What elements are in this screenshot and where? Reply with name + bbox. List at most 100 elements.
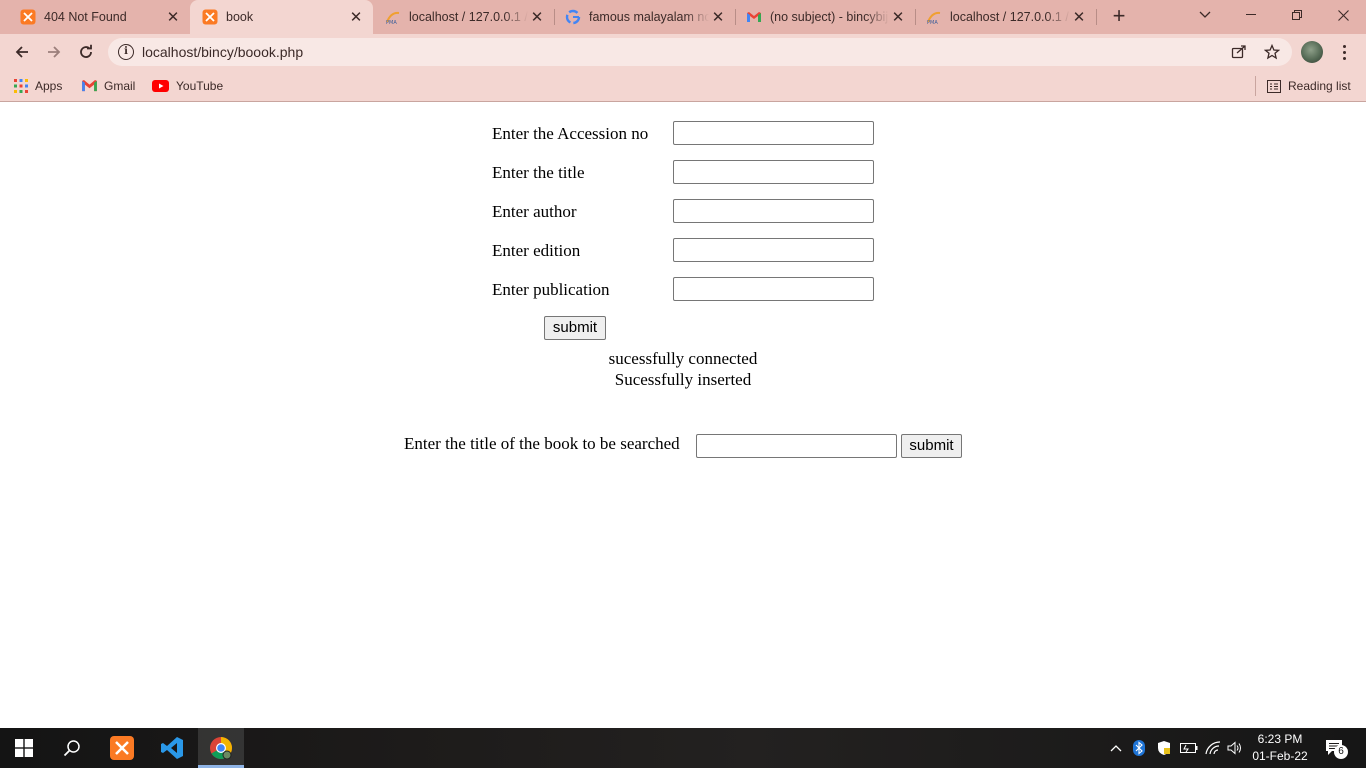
browser-menu-icon[interactable] xyxy=(1334,41,1354,63)
reading-list-button[interactable]: Reading list xyxy=(1267,76,1351,96)
google-icon xyxy=(565,9,581,25)
close-icon[interactable]: ✕ xyxy=(528,8,546,26)
svg-text:PMA: PMA xyxy=(927,20,938,25)
close-icon[interactable]: ✕ xyxy=(164,8,182,26)
bookmark-label: Reading list xyxy=(1288,79,1351,93)
tab-phpmyadmin-2[interactable]: PMA localhost / 127.0.0.1 / ✕ xyxy=(916,0,1096,34)
search-icon xyxy=(63,740,80,757)
close-window-button[interactable] xyxy=(1320,0,1366,30)
restore-button[interactable] xyxy=(1274,0,1320,30)
author-label: Enter author xyxy=(492,202,577,221)
tab-search-button[interactable] xyxy=(1182,0,1228,30)
close-icon[interactable]: ✕ xyxy=(1070,8,1088,26)
back-arrow-icon xyxy=(15,46,28,58)
title-row: Enter the title xyxy=(492,160,882,184)
tab-gmail[interactable]: (no subject) - bincybij ✕ xyxy=(736,0,915,34)
svg-text:PMA: PMA xyxy=(386,20,397,25)
close-icon[interactable]: ✕ xyxy=(889,8,907,26)
title-input[interactable] xyxy=(673,160,874,184)
search-title-input[interactable] xyxy=(696,434,897,458)
tab-phpmyadmin-1[interactable]: PMA localhost / 127.0.0.1 / ✕ xyxy=(373,0,554,34)
close-icon[interactable]: ✕ xyxy=(347,8,365,26)
reading-list-icon xyxy=(1267,79,1281,93)
xampp-icon xyxy=(20,9,36,25)
search-submit-button[interactable]: submit xyxy=(901,434,962,458)
tab-title: (no subject) - bincybij xyxy=(770,10,889,24)
minimize-button[interactable] xyxy=(1228,0,1274,30)
show-hidden-icons-button[interactable] xyxy=(1106,728,1126,768)
title-label: Enter the title xyxy=(492,163,585,182)
search-taskbar-button[interactable] xyxy=(48,728,96,768)
page-content: Enter the Accession no Enter the title E… xyxy=(0,103,1366,728)
edition-input[interactable] xyxy=(673,238,874,262)
clock-time: 6:23 PM xyxy=(1257,732,1303,746)
notification-count-badge: 6 xyxy=(1334,745,1348,759)
xampp-icon xyxy=(202,9,218,25)
address-bar[interactable]: i localhost/bincy/boook.php xyxy=(108,38,1292,66)
tab-title: localhost / 127.0.0.1 / xyxy=(950,10,1069,24)
bookmark-star-icon[interactable] xyxy=(1261,42,1283,62)
bookmark-gmail[interactable]: Gmail xyxy=(82,76,135,96)
battery-icon[interactable] xyxy=(1178,728,1200,768)
phpmyadmin-icon: PMA xyxy=(385,9,401,25)
connection-status-text: sucessfully connected xyxy=(608,349,758,368)
new-tab-button[interactable]: + xyxy=(1107,5,1131,28)
bookmark-youtube[interactable]: YouTube xyxy=(152,76,223,96)
close-icon[interactable]: ✕ xyxy=(709,8,727,26)
clock-date: 01-Feb-22 xyxy=(1252,749,1308,763)
youtube-icon xyxy=(152,80,169,92)
author-row: Enter author xyxy=(492,199,882,223)
search-label: Enter the title of the book to be search… xyxy=(404,434,680,453)
site-info-icon[interactable]: i xyxy=(118,44,134,60)
tab-title: famous malayalam no xyxy=(589,10,709,24)
author-input[interactable] xyxy=(673,199,874,223)
windows-taskbar: 6:23 PM 01-Feb-22 6 xyxy=(0,728,1366,768)
back-button[interactable] xyxy=(8,38,36,66)
publication-input[interactable] xyxy=(673,277,874,301)
tab-book[interactable]: book ✕ xyxy=(190,0,373,34)
chrome-icon xyxy=(210,737,232,760)
volume-icon[interactable] xyxy=(1225,728,1245,768)
system-clock[interactable]: 6:23 PM 01-Feb-22 xyxy=(1244,731,1316,765)
taskbar-vscode[interactable] xyxy=(148,728,196,768)
tab-separator xyxy=(1096,9,1097,25)
bookmarks-bar: Apps Gmail YouTube Reading list xyxy=(0,70,1366,102)
bookmark-label: Apps xyxy=(35,79,63,93)
gmail-icon xyxy=(82,80,97,92)
start-button[interactable] xyxy=(0,728,48,768)
xampp-icon xyxy=(110,736,134,760)
bookmark-apps[interactable]: Apps xyxy=(14,76,62,96)
security-shield-icon[interactable] xyxy=(1154,728,1174,768)
accession-row: Enter the Accession no xyxy=(492,121,882,145)
accession-input[interactable] xyxy=(673,121,874,145)
address-url[interactable]: localhost/bincy/boook.php xyxy=(142,44,303,60)
phpmyadmin-icon: PMA xyxy=(926,9,942,25)
chevron-up-icon xyxy=(1110,745,1122,752)
apps-grid-icon xyxy=(14,79,28,93)
share-icon[interactable] xyxy=(1228,42,1250,62)
notification-center-button[interactable]: 6 xyxy=(1320,728,1350,768)
publication-row: Enter publication xyxy=(492,277,882,301)
taskbar-chrome[interactable] xyxy=(197,728,245,768)
insert-submit-button[interactable]: submit xyxy=(544,316,606,340)
windows-logo-icon xyxy=(15,739,33,757)
forward-arrow-icon xyxy=(48,46,61,58)
gmail-icon xyxy=(746,9,762,25)
wifi-icon[interactable] xyxy=(1203,728,1223,768)
tab-strip: 404 Not Found ✕ book ✕ PMA localhost / 1… xyxy=(0,0,1366,34)
accession-label: Enter the Accession no xyxy=(492,124,649,143)
edition-label: Enter edition xyxy=(492,241,581,260)
bookmarks-divider xyxy=(1255,76,1256,96)
tab-google-search[interactable]: famous malayalam no ✕ xyxy=(555,0,735,34)
forward-button[interactable] xyxy=(40,38,68,66)
edition-row: Enter edition xyxy=(492,238,882,262)
reload-icon xyxy=(80,44,92,58)
bluetooth-icon[interactable] xyxy=(1130,728,1148,768)
tab-404-not-found[interactable]: 404 Not Found ✕ xyxy=(0,0,190,34)
taskbar-xampp[interactable] xyxy=(98,728,146,768)
reload-button[interactable] xyxy=(72,38,100,66)
insert-status-text: Sucessfully inserted xyxy=(614,370,752,389)
vscode-icon xyxy=(161,737,183,759)
browser-toolbar: i localhost/bincy/boook.php xyxy=(0,34,1366,70)
profile-avatar[interactable] xyxy=(1301,41,1323,63)
